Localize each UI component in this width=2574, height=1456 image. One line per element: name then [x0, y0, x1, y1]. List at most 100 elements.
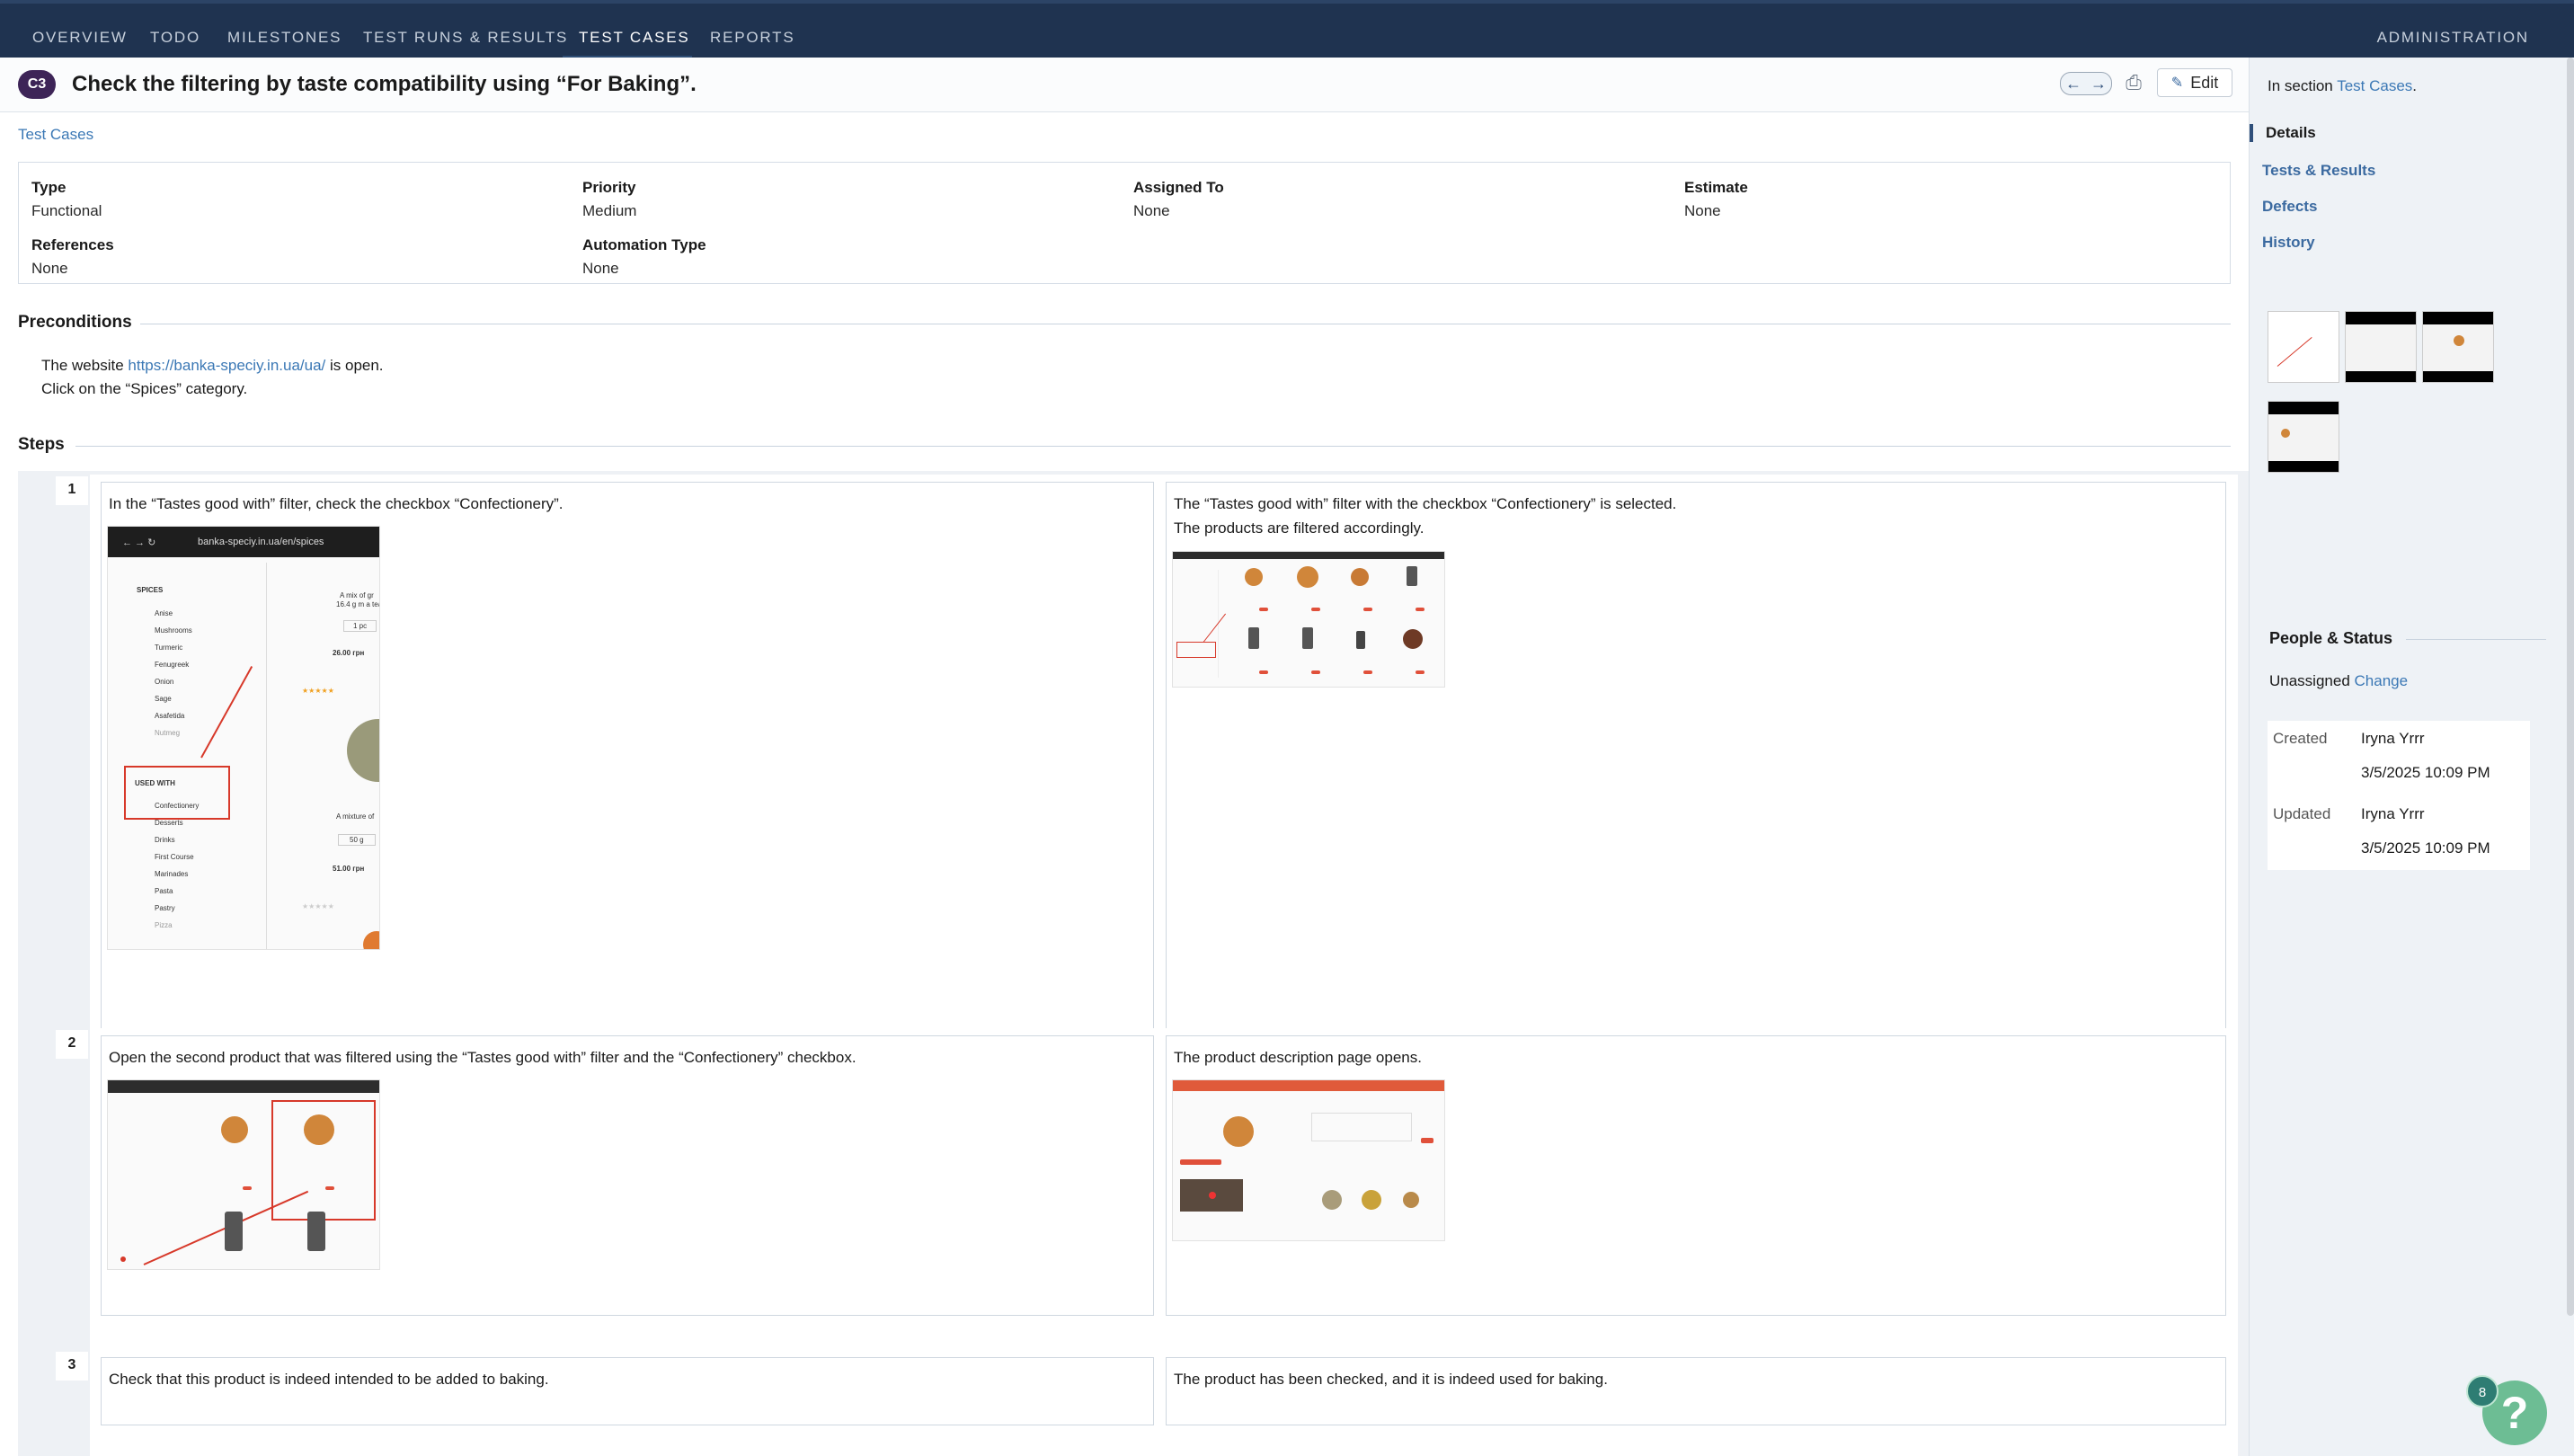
- buy-button: [1311, 670, 1320, 674]
- product-image: [1403, 629, 1423, 649]
- page-title: Check the filtering by taste compatibili…: [72, 72, 697, 96]
- prop-label: Estimate: [1684, 179, 1748, 196]
- scrollbar[interactable]: [2567, 58, 2574, 1316]
- administration-link[interactable]: Administration: [2377, 29, 2529, 47]
- pointer-arrow: [2277, 336, 2312, 367]
- step-screenshot[interactable]: [107, 1079, 380, 1270]
- shot-text: 50 g: [338, 834, 376, 846]
- arrow-left-icon[interactable]: ←: [2065, 75, 2081, 93]
- tab-test-runs[interactable]: Test Runs & Results: [363, 29, 568, 47]
- tab-milestones[interactable]: Milestones: [227, 29, 342, 47]
- buy-button: [1311, 608, 1320, 611]
- selected-checkbox: [120, 1256, 126, 1262]
- assignee: Unassigned Change: [2269, 672, 2408, 690]
- step-number: 1: [56, 476, 88, 505]
- arrow-right-icon[interactable]: →: [2090, 75, 2107, 93]
- step-expected-text: The “Tastes good with” filter with the c…: [1174, 492, 1676, 540]
- tab-todo[interactable]: Todo: [150, 29, 200, 47]
- shot-list-item: Confectionery: [155, 802, 200, 810]
- prop-label: Assigned To: [1133, 179, 1224, 196]
- product-image: [2454, 335, 2464, 346]
- divider: [266, 563, 267, 949]
- shot-url: banka-speciy.in.ua/en/spices: [198, 537, 324, 547]
- product-image: [2281, 429, 2290, 438]
- sidebar-tab-tests-results[interactable]: Tests & Results: [2262, 162, 2375, 180]
- attachment-thumbnail[interactable]: [2268, 311, 2339, 383]
- sidebar-tab-details[interactable]: Details: [2250, 124, 2316, 142]
- shot-list-item: Asafetida: [155, 712, 185, 720]
- section-info: In section Test Cases.: [2268, 77, 2417, 95]
- step-screenshot[interactable]: [1172, 551, 1445, 688]
- divider: [75, 446, 2231, 447]
- product-image: [304, 1114, 334, 1145]
- edit-button[interactable]: ✎ Edit: [2157, 68, 2232, 97]
- step-screenshot[interactable]: [1172, 1079, 1445, 1241]
- shot-text: 26.00 грн: [333, 649, 365, 657]
- buy-button: [1416, 608, 1425, 611]
- attachment-thumbnail[interactable]: [2345, 311, 2417, 383]
- print-icon[interactable]: ⎙: [2121, 70, 2146, 95]
- prop-estimate: Estimate None: [1684, 179, 1748, 220]
- shot-list-item: Pizza: [155, 921, 173, 929]
- thumbnail-content: [2268, 414, 2339, 461]
- product-image: [347, 719, 379, 782]
- product-image: [1351, 568, 1369, 586]
- preconditions-heading: Preconditions: [18, 313, 132, 332]
- step-action: Check that this product is indeed intend…: [101, 1357, 1154, 1425]
- buy-button: [1363, 670, 1372, 674]
- shot-text: 51.00 грн: [333, 865, 365, 873]
- step-expected: The “Tastes good with” filter with the c…: [1166, 482, 2226, 1070]
- product-image: [1356, 631, 1365, 649]
- step-expected: The product description page opens.: [1166, 1035, 2226, 1316]
- product-image: [221, 1116, 248, 1143]
- prop-value: None: [1133, 202, 1170, 219]
- website-link[interactable]: https://banka-speciy.in.ua/ua/: [128, 357, 325, 374]
- tab-test-cases[interactable]: Test Cases: [579, 29, 690, 47]
- precondition-line: Click on the “Spices” category.: [41, 380, 248, 397]
- attachment-thumbnail[interactable]: [2268, 401, 2339, 473]
- updated-label: Updated: [2273, 805, 2331, 822]
- prop-references: References None: [31, 236, 114, 278]
- divider: [2406, 639, 2546, 640]
- buy-button: [1259, 670, 1268, 674]
- browser-nav-icon: ← → ↻: [122, 537, 156, 548]
- shot-list-item: Desserts: [155, 819, 183, 827]
- shot-list-item: First Course: [155, 853, 194, 861]
- shot-list-item: Pastry: [155, 904, 175, 912]
- highlight-box: [124, 766, 230, 820]
- prop-automation-type: Automation Type None: [582, 236, 706, 278]
- attachment-thumbnail[interactable]: [2422, 311, 2494, 383]
- product-info: [1311, 1113, 1412, 1141]
- tab-reports[interactable]: Reports: [710, 29, 794, 47]
- product-image: [1322, 1190, 1342, 1210]
- sidebar-tab-history[interactable]: History: [2262, 234, 2315, 252]
- prev-next-nav: ← →: [2060, 72, 2112, 95]
- preconditions-text: The website https://banka-speciy.in.ua/u…: [41, 354, 384, 401]
- play-icon: [1209, 1192, 1216, 1199]
- shot-list-item: Onion: [155, 678, 174, 686]
- section-link[interactable]: Test Cases: [2337, 77, 2412, 94]
- section-prefix: In section: [2268, 77, 2338, 94]
- shot-used-heading: USED WITH: [135, 779, 175, 787]
- shot-list-item: Mushrooms: [155, 626, 192, 635]
- rating-stars-icon: ★★★★★: [302, 902, 334, 910]
- section-suffix: .: [2412, 77, 2418, 94]
- product-image: [1362, 1190, 1381, 1210]
- change-assignee-link[interactable]: Change: [2355, 672, 2409, 689]
- step-screenshot[interactable]: ← → ↻ banka-speciy.in.ua/en/spices SPICE…: [107, 526, 380, 950]
- sidebar-tab-defects[interactable]: Defects: [2262, 198, 2317, 216]
- precond-prefix: The website: [41, 357, 129, 374]
- highlight-box: [1176, 642, 1216, 658]
- prop-value: None: [31, 260, 68, 277]
- buy-button: [1259, 608, 1268, 611]
- people-status-heading: People & Status: [2269, 629, 2393, 647]
- breadcrumb[interactable]: Test Cases: [18, 126, 93, 144]
- created-at: 3/5/2025 10:09 PM: [2361, 764, 2490, 781]
- step-expected-text: The product has been checked, and it is …: [1174, 1371, 1608, 1388]
- shot-text: 1 pc: [343, 620, 377, 632]
- filter-sidebar: [1176, 570, 1219, 678]
- prop-value: Medium: [582, 202, 637, 219]
- tab-overview[interactable]: Overview: [32, 29, 128, 47]
- step-expected: The product has been checked, and it is …: [1166, 1357, 2226, 1425]
- buy-button: [1416, 670, 1425, 674]
